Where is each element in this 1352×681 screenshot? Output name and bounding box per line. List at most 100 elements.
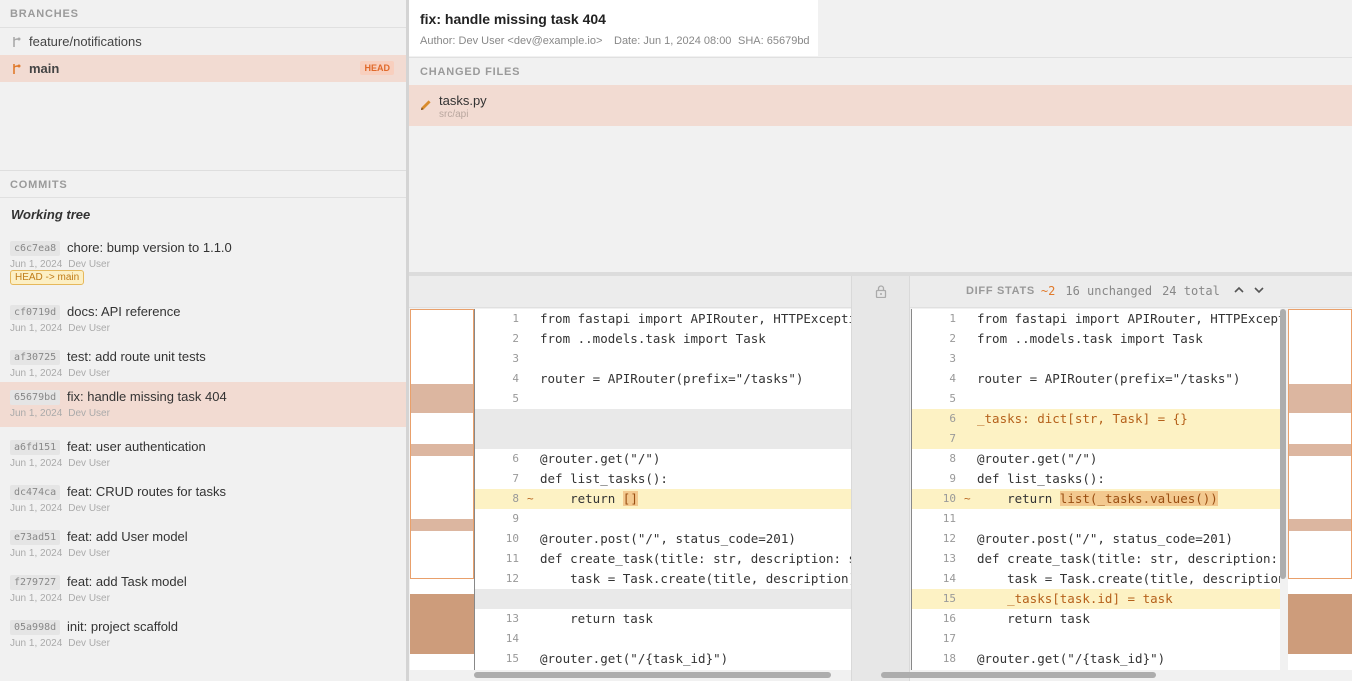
line-number: 1: [949, 312, 956, 325]
line-code: return task: [977, 611, 1090, 626]
branches-heading: BRANCHES: [0, 0, 406, 28]
commit-item[interactable]: a6fd151 feat: user authentication Jun 1, 2…: [0, 432, 406, 477]
branch-item[interactable]: main HEAD: [0, 55, 406, 82]
line-code: from ..models.task import Task: [540, 331, 766, 346]
file-path: src/api: [439, 109, 469, 120]
line-code: from fastapi import APIRouter, HTTPExcep…: [977, 311, 1280, 326]
commit-item[interactable]: af30725 test: add route unit tests Jun 1, …: [0, 342, 406, 387]
commit-message: feat: add Task model: [67, 574, 187, 589]
change-marker: ~: [964, 492, 971, 505]
commits-heading: COMMITS: [0, 170, 406, 198]
commit-item[interactable]: dc474ca feat: CRUD routes for tasks Jun 1,…: [0, 477, 406, 522]
commit-date: Jun 1, 2024: [10, 458, 63, 469]
diff-line: 2 from ..models.task import Task: [912, 329, 1280, 349]
branch-icon: [12, 63, 22, 75]
right-minimap-viewport[interactable]: [1288, 309, 1352, 579]
diff-unchanged-count: 16 unchanged: [1065, 284, 1153, 298]
diff-pane-new[interactable]: 1 from fastapi import APIRouter, HTTPExce…: [911, 309, 1280, 670]
line-number: 15: [505, 652, 519, 665]
commit-item[interactable]: 05a998d init: project scaffold Jun 1, 2024…: [0, 612, 406, 657]
line-code: from fastapi import APIRouter, HTTPExcep…: [540, 311, 851, 326]
line-number: 8: [512, 492, 519, 505]
line-number: 11: [505, 552, 519, 565]
right-minimap[interactable]: [1288, 309, 1352, 670]
diff-pane-old[interactable]: 1 from fastapi import APIRouter, HTTPExce…: [474, 309, 851, 670]
commit-author: Dev User: [68, 259, 110, 270]
line-number: 6: [512, 452, 519, 465]
diff-line: 12 task = Task.create(title, description…: [475, 569, 851, 589]
commit-date: Jun 1, 2024: [10, 368, 63, 379]
commit-sha: dc474ca: [10, 485, 61, 500]
branch-item[interactable]: feature/notifications: [0, 28, 406, 55]
diff-line: 6 @router.get("/"): [475, 449, 851, 469]
commit-sha: e73ad51: [10, 530, 61, 545]
left-panel: BRANCHES feature/notifications main HEAD C…: [0, 0, 406, 681]
vertical-scrollbar[interactable]: [1280, 309, 1286, 579]
commit-author: Dev User: [68, 503, 110, 514]
commit-date: Jun 1, 2024: [10, 593, 63, 604]
line-number: 14: [505, 632, 519, 645]
diff-line: 15 @router.get("/{task_id}"): [475, 649, 851, 669]
line-code: @router.post("/", status_code=201): [540, 531, 796, 546]
commit-author: Dev User: [68, 548, 110, 559]
diff-line: 8 @router.get("/"): [912, 449, 1280, 469]
commit-item[interactable]: cf0719d docs: API reference Jun 1, 2024 Dev…: [0, 297, 406, 342]
left-minimap-viewport[interactable]: [410, 309, 474, 579]
commit-message: feat: add User model: [67, 529, 188, 544]
line-code: return list(_tasks.values()): [977, 489, 1218, 509]
line-number: 17: [942, 632, 956, 645]
diff-line: 5: [475, 389, 851, 409]
commit-item[interactable]: 65679bd fix: handle missing task 404 Jun 1…: [0, 382, 406, 427]
branch-list: feature/notifications main HEAD: [0, 28, 406, 82]
diff-line: 3: [912, 349, 1280, 369]
line-number: 9: [949, 472, 956, 485]
horizontal-scrollbar-left[interactable]: [474, 672, 831, 678]
diff-line: 15 _tasks[task.id] = task: [912, 589, 1280, 609]
line-number: 10: [942, 492, 956, 505]
diff-line: 12 @router.post("/", status_code=201): [912, 529, 1280, 549]
diff-gutter: [851, 276, 910, 681]
working-tree-item[interactable]: Working tree: [11, 207, 90, 222]
line-number: 11: [942, 512, 956, 525]
commit-author: Dev User: [68, 368, 110, 379]
commit-sha: 05a998d: [10, 620, 61, 635]
commit-meta: Jun 1, 2024 Dev User: [10, 259, 110, 270]
diff-line: 3: [475, 349, 851, 369]
commit-item[interactable]: f279727 feat: add Task model Jun 1, 2024 De…: [0, 567, 406, 612]
line-code: @router.get("/"): [540, 451, 661, 466]
commit-date: Date: Jun 1, 2024 08:00: [614, 35, 732, 47]
line-code: @router.post("/", status_code=201): [977, 531, 1233, 546]
line-code: def create_task(title: str, description:…: [540, 551, 851, 566]
line-number: 12: [942, 532, 956, 545]
line-number: 4: [949, 372, 956, 385]
lock-icon[interactable]: [875, 285, 887, 303]
diff-filler-row: [475, 409, 851, 429]
diff-line: 7: [912, 429, 1280, 449]
commit-sha: SHA: 65679bd: [738, 35, 810, 47]
commit-author: Author: Dev User <dev@example.io>: [420, 35, 603, 47]
line-number: 15: [942, 592, 956, 605]
commit-meta: Jun 1, 2024 Dev User: [10, 323, 110, 334]
commit-author: Dev User: [68, 458, 110, 469]
horizontal-scrollbar-right[interactable]: [881, 672, 1156, 678]
diff-line: 5: [912, 389, 1280, 409]
ref-tag: HEAD -> main: [10, 270, 85, 285]
line-code: router = APIRouter(prefix="/tasks"): [977, 371, 1241, 386]
changed-token: list(_tasks.values()): [1059, 491, 1218, 506]
line-number: 5: [949, 392, 956, 405]
chevron-down-icon[interactable]: [1254, 285, 1264, 297]
chevron-up-icon[interactable]: [1234, 285, 1244, 297]
commit-item[interactable]: e73ad51 feat: add User model Jun 1, 2024 De…: [0, 522, 406, 567]
line-number: 16: [942, 612, 956, 625]
diff-line: 10 @router.post("/", status_code=201): [475, 529, 851, 549]
commit-meta: Jun 1, 2024 Dev User: [10, 638, 110, 649]
diff-line: 2 from ..models.task import Task: [475, 329, 851, 349]
line-number: 9: [512, 512, 519, 525]
commit-message: docs: API reference: [67, 304, 181, 319]
diff-line: 10 ~ return list(_tasks.values()): [912, 489, 1280, 509]
line-code: def create_task(title: str, description:…: [977, 551, 1279, 566]
diff-line: 13 def create_task(title: str, descriptio…: [912, 549, 1280, 569]
line-code: return task: [540, 611, 653, 626]
changed-file-item[interactable]: tasks.py src/api: [409, 85, 1352, 126]
left-minimap[interactable]: [410, 309, 474, 670]
